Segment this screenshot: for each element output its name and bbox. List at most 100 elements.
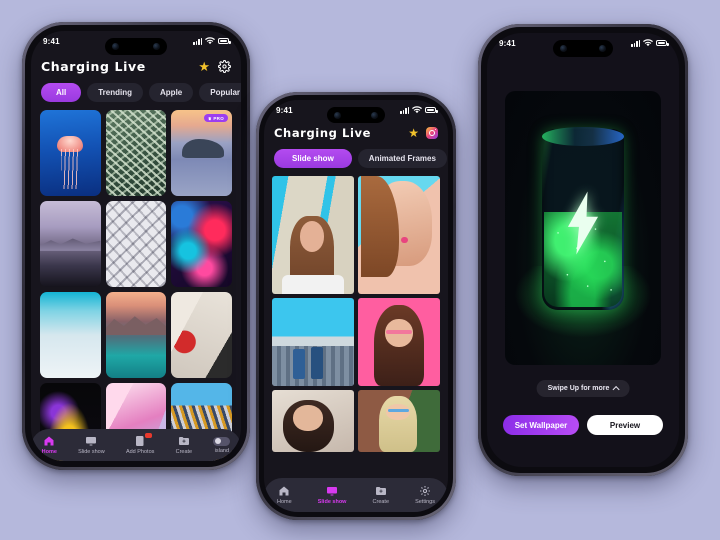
wallpaper-thumb[interactable]: [105, 201, 167, 287]
chip-apple[interactable]: Apple: [149, 83, 194, 102]
battery-icon: [425, 107, 438, 113]
app-header: Charging Live ★: [274, 126, 438, 140]
wallpaper-thumb[interactable]: [40, 110, 101, 196]
sidebar-item-island[interactable]: island: [213, 436, 231, 454]
dynamic-island: [105, 38, 167, 55]
phone-right: 9:41 Swipe Up for more Set Wallpaper Pre…: [478, 24, 688, 476]
signal-bars-icon: [193, 37, 202, 45]
wallpaper-thumb[interactable]: [40, 292, 101, 378]
add-photos-icon: [136, 436, 144, 446]
page-title: Charging Live: [41, 59, 146, 74]
sidebar-item-add-photos[interactable]: Add Photos: [125, 433, 155, 455]
tab-animated-frames[interactable]: Animated Frames: [357, 149, 447, 168]
phone-center-screen: 9:41 Charging Live ★ Slide show Animated…: [264, 100, 448, 512]
sidebar-item-slide-show[interactable]: Slide show: [78, 435, 105, 455]
status-time: 9:41: [43, 36, 60, 46]
star-icon[interactable]: ★: [408, 127, 419, 139]
front-camera-icon: [334, 111, 341, 119]
status-time: 9:41: [499, 38, 516, 48]
photo-tile[interactable]: [272, 176, 354, 294]
create-folder-icon: [178, 437, 189, 445]
nav-label: Settings: [415, 499, 435, 505]
app-header: Charging Live ★: [41, 59, 231, 74]
wallpaper-preview[interactable]: [505, 91, 661, 365]
pro-badge: ♛ PRO: [203, 114, 228, 122]
page-title: Charging Live: [274, 126, 372, 140]
signal-bars-icon: [631, 39, 640, 47]
gear-icon[interactable]: [218, 60, 231, 73]
nav-label: Home: [277, 499, 292, 505]
toggle-switch-icon[interactable]: [213, 436, 231, 446]
status-time: 9:41: [276, 105, 293, 115]
wallpaper-thumb[interactable]: [105, 292, 167, 378]
sidebar-item-home[interactable]: Home: [42, 435, 57, 455]
swipe-up-label: Swipe Up for more: [547, 385, 610, 392]
wifi-icon: [643, 39, 653, 47]
photo-tile[interactable]: [358, 298, 440, 386]
wallpaper-thumb[interactable]: ♛ PRO: [171, 110, 232, 196]
tab-slide-show[interactable]: Slide show: [274, 149, 352, 168]
front-camera-icon: [112, 43, 119, 50]
face-id-sensor-icon: [153, 43, 160, 50]
star-icon[interactable]: ★: [198, 60, 210, 73]
home-icon: [44, 436, 54, 446]
bottom-nav: Home Slide show Add Photos Create island: [31, 429, 241, 461]
front-camera-icon: [560, 45, 567, 52]
sidebar-item-settings[interactable]: Settings: [415, 485, 435, 505]
photo-tile[interactable]: [358, 390, 440, 452]
face-id-sensor-icon: [599, 45, 606, 52]
face-id-sensor-icon: [371, 111, 378, 119]
gear-icon: [420, 486, 431, 496]
nav-label: Home: [41, 449, 57, 455]
battery-icon: [218, 38, 231, 44]
nav-label: Slide show: [78, 449, 105, 455]
slideshow-icon: [86, 437, 97, 446]
nav-label: Slide show: [317, 499, 347, 505]
mode-segments: Slide show Animated Frames: [274, 149, 448, 168]
crown-icon: ♛: [207, 115, 212, 121]
chip-trending[interactable]: Trending: [87, 83, 144, 102]
slideshow-icon: [327, 487, 338, 496]
wallpaper-thumb[interactable]: [171, 201, 232, 287]
action-buttons: Set Wallpaper Preview: [503, 415, 663, 435]
chip-popular[interactable]: Popular: [199, 83, 241, 102]
swipe-up-hint[interactable]: Swipe Up for more: [536, 380, 630, 397]
lightning-bolt-icon: [567, 191, 599, 255]
dynamic-island: [553, 40, 613, 57]
sidebar-item-slide-show[interactable]: Slide show: [317, 485, 347, 505]
wallpaper-thumb[interactable]: [171, 292, 232, 378]
home-icon: [279, 486, 289, 496]
photo-tile[interactable]: [272, 298, 354, 386]
wifi-icon: [205, 37, 215, 45]
category-chips: All Trending Apple Popular: [41, 83, 241, 102]
wallpaper-thumb[interactable]: [105, 110, 167, 196]
signal-bars-icon: [400, 106, 409, 114]
photo-tile[interactable]: [358, 176, 440, 294]
phone-left: 9:41 Charging Live ★ All Trending Apple …: [22, 22, 250, 470]
photo-tile[interactable]: [272, 390, 354, 452]
cylinder-rim: [542, 126, 624, 146]
photo-grid: [272, 176, 440, 452]
instagram-icon[interactable]: [426, 127, 438, 139]
wallpaper-thumb[interactable]: [40, 201, 101, 287]
wifi-icon: [412, 106, 422, 114]
sidebar-item-create[interactable]: Create: [175, 435, 193, 455]
nav-label: island: [214, 447, 230, 454]
set-wallpaper-button[interactable]: Set Wallpaper: [503, 415, 579, 435]
nav-label: Create: [175, 449, 193, 455]
pro-badge-label: PRO: [213, 115, 224, 121]
nav-label: Add Photos: [125, 449, 155, 455]
phone-left-screen: 9:41 Charging Live ★ All Trending Apple …: [31, 31, 241, 461]
bottom-nav: Home Slide show Create Settings: [264, 478, 448, 512]
preview-button[interactable]: Preview: [587, 415, 663, 435]
chevron-up-icon: [612, 385, 620, 394]
dynamic-island: [327, 107, 385, 123]
notification-badge: [145, 433, 153, 438]
sidebar-item-home[interactable]: Home: [277, 485, 292, 505]
chip-all[interactable]: All: [41, 83, 82, 102]
sidebar-item-create[interactable]: Create: [372, 485, 390, 505]
phone-center: 9:41 Charging Live ★ Slide show Animated…: [256, 92, 456, 520]
phone-right-screen: 9:41 Swipe Up for more Set Wallpaper Pre…: [487, 33, 679, 467]
nav-label: Create: [372, 499, 390, 505]
wallpaper-grid: ♛ PRO: [40, 110, 232, 461]
